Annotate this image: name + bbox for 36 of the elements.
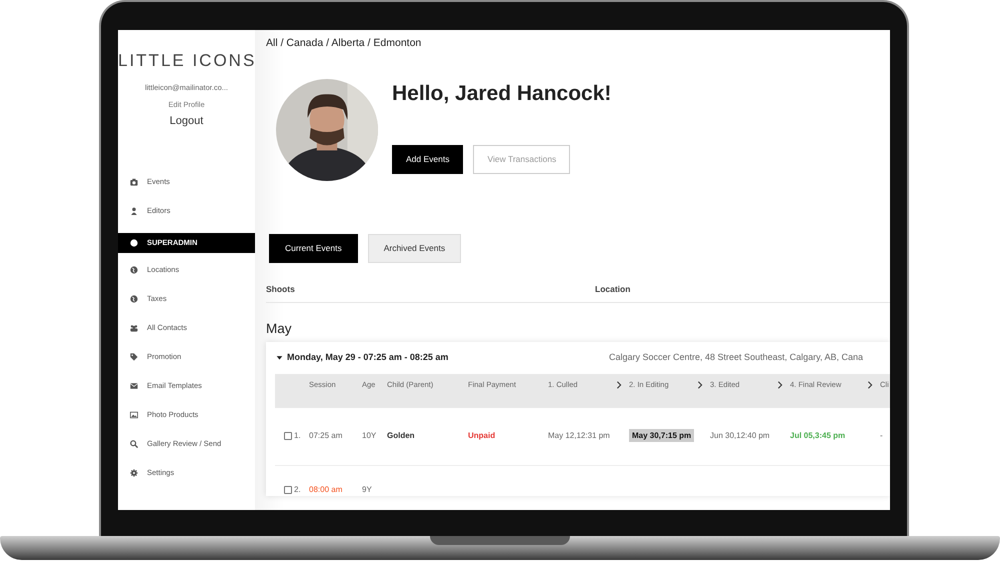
payment-status: Unpaid: [468, 431, 496, 440]
row-number: 1.: [294, 430, 301, 442]
greeting-heading: Hello, Jared Hancock!: [392, 80, 612, 106]
column-header: Shoots: [266, 282, 296, 296]
camera-icon: [130, 178, 138, 186]
image-icon: [130, 411, 138, 419]
age-cell-text: 9Y: [362, 484, 373, 496]
settings-icon: [130, 469, 138, 477]
logout-link[interactable]: Logout: [118, 113, 255, 130]
tag-icon: [130, 353, 138, 361]
stage-date: -: [880, 431, 883, 440]
stage-date: May 30,7:15 pm: [629, 429, 694, 442]
search-icon: [130, 440, 138, 448]
person-icon: [130, 207, 138, 215]
event-title: Monday, May 29 - 07:25 am - 08:25 am: [287, 351, 450, 364]
envelope-icon: [130, 382, 138, 390]
add-events-button[interactable]: Add Events: [392, 144, 464, 174]
stage-date: Jul 05,3:45 pm: [790, 431, 846, 440]
age-cell-text: 10Y: [362, 430, 378, 442]
session-time: 08:00 am: [309, 484, 344, 496]
logo-text: LITTLE ICONS: [118, 50, 255, 72]
tab[interactable]: Archived Events: [368, 234, 462, 263]
row-number: 2.: [294, 484, 301, 496]
event-location: Calgary Soccer Centre, 48 Street Southeast, Calgary, AB, Cana: [609, 351, 863, 364]
session-time: 07:25 am: [309, 430, 344, 442]
stage-date: Jun 30,12:40 pm: [710, 431, 770, 440]
breadcrumb: All / Canada / Alberta / Edmonton: [266, 36, 422, 51]
child-name: Golden: [387, 430, 416, 442]
tab[interactable]: Current Events: [269, 234, 358, 263]
stage-date: May 12,12:31 pm: [548, 431, 610, 440]
column-header: Location: [595, 282, 630, 296]
group-icon: [130, 324, 138, 332]
checkbox[interactable]: [284, 432, 292, 440]
month-heading: May: [266, 320, 293, 338]
checkbox[interactable]: [284, 486, 292, 494]
caret-icon[interactable]: [276, 354, 283, 362]
